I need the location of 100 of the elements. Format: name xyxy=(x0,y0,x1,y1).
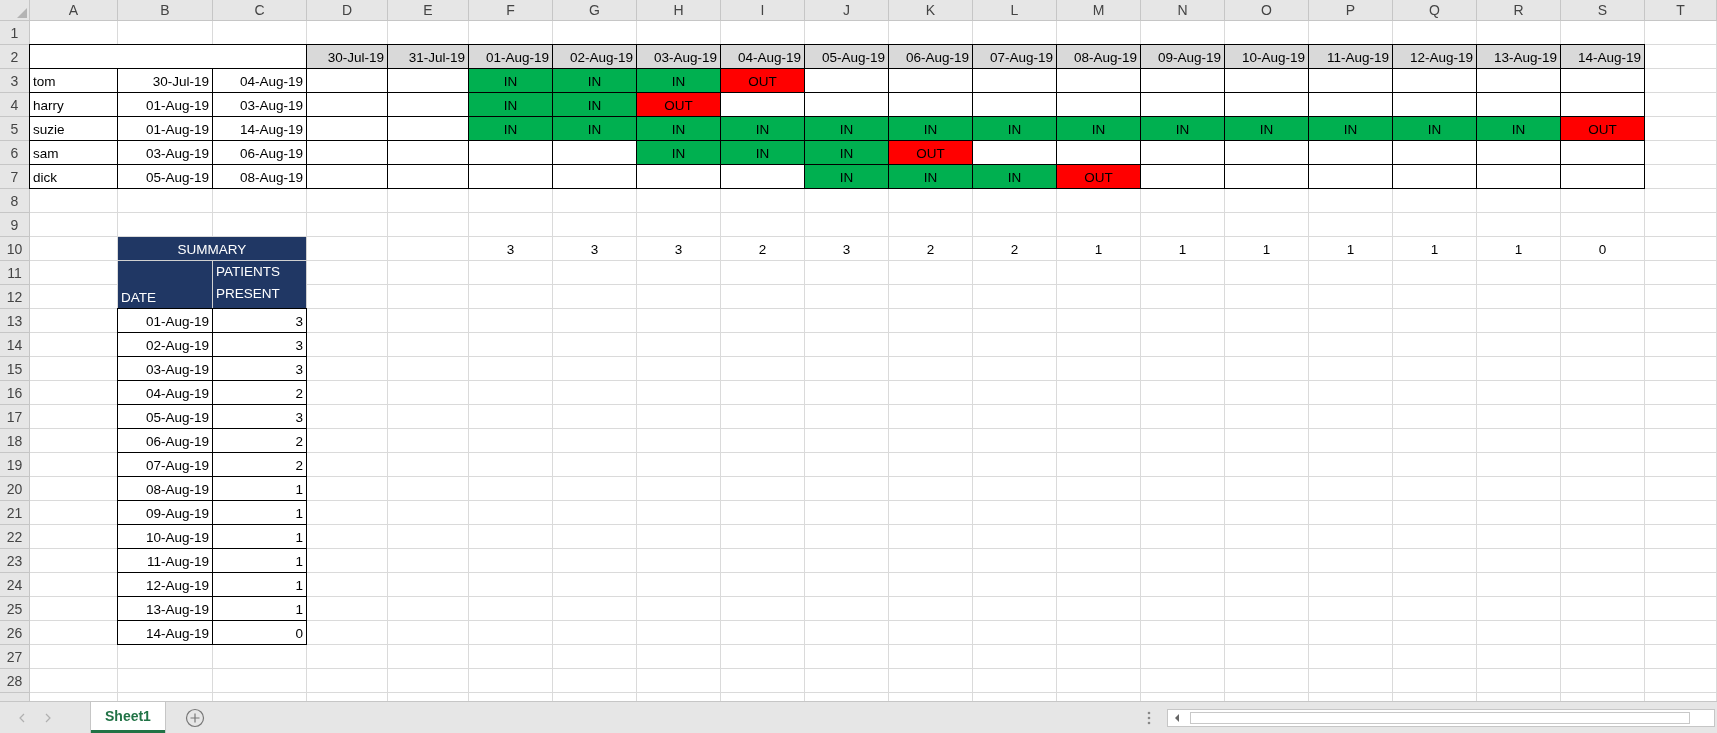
column-header[interactable]: G xyxy=(553,0,637,21)
table-cell: dick xyxy=(29,164,118,189)
status-cell: IN xyxy=(468,92,553,117)
horizontal-scrollbar[interactable] xyxy=(1167,708,1715,727)
date-header-cell: 13-Aug-19 xyxy=(1476,44,1561,69)
date-header-cell: 31-Jul-19 xyxy=(387,44,469,69)
status-cell: IN xyxy=(468,68,553,93)
row-header[interactable]: 8 xyxy=(0,189,30,213)
column-header[interactable]: F xyxy=(469,0,553,21)
row-header[interactable]: 13 xyxy=(0,309,30,333)
status-cell: IN xyxy=(1476,116,1561,141)
row-header[interactable]: 18 xyxy=(0,429,30,453)
previous-sheet-icon[interactable] xyxy=(18,712,26,723)
status-cell: IN xyxy=(552,68,637,93)
status-cell: IN xyxy=(804,116,889,141)
date-header-cell: 06-Aug-19 xyxy=(888,44,973,69)
column-header[interactable]: S xyxy=(1561,0,1645,21)
status-cell: OUT xyxy=(636,92,721,117)
row-header[interactable]: 7 xyxy=(0,165,30,189)
table-cell: 1 xyxy=(1393,237,1477,261)
column-header[interactable]: K xyxy=(889,0,973,21)
column-header[interactable]: H xyxy=(637,0,721,21)
row-header[interactable]: 9 xyxy=(0,213,30,237)
column-header[interactable]: D xyxy=(307,0,388,21)
table-cell: 14-Aug-19 xyxy=(117,620,213,645)
status-cell: IN xyxy=(720,140,805,165)
status-cell: IN xyxy=(1140,116,1225,141)
row-header[interactable]: 1 xyxy=(0,21,30,45)
date-header-cell: 12-Aug-19 xyxy=(1392,44,1477,69)
summary-title: SUMMARY xyxy=(118,237,307,261)
column-header[interactable]: T xyxy=(1645,0,1717,21)
row-header[interactable]: 2 xyxy=(0,45,30,69)
column-header[interactable]: Q xyxy=(1393,0,1477,21)
row-header[interactable]: 11 xyxy=(0,261,30,285)
date-header-cell: 01-Aug-19 xyxy=(468,44,553,69)
date-header-cell: 10-Aug-19 xyxy=(1224,44,1309,69)
table-cell: 3 xyxy=(553,237,637,261)
row-header[interactable]: 19 xyxy=(0,453,30,477)
column-heading: PATIENTS PRESENT xyxy=(213,261,307,309)
row-header[interactable]: 6 xyxy=(0,141,30,165)
table-cell: 2 xyxy=(889,237,973,261)
column-header[interactable]: J xyxy=(805,0,889,21)
column-header[interactable]: R xyxy=(1477,0,1561,21)
row-header[interactable]: 20 xyxy=(0,477,30,501)
status-cell: IN xyxy=(636,68,721,93)
table-cell: 3 xyxy=(637,237,721,261)
table-cell: 1 xyxy=(1057,237,1141,261)
scrollbar-thumb[interactable] xyxy=(1190,711,1690,724)
row-header[interactable]: 28 xyxy=(0,669,30,693)
more-options-icon[interactable] xyxy=(1147,710,1151,725)
column-header[interactable]: N xyxy=(1141,0,1225,21)
row-header[interactable]: 27 xyxy=(0,645,30,669)
row-header[interactable]: 15 xyxy=(0,357,30,381)
table-cell: 2 xyxy=(721,237,805,261)
status-cell: IN xyxy=(1392,116,1477,141)
row-header[interactable]: 16 xyxy=(0,381,30,405)
row-header[interactable]: 4 xyxy=(0,93,30,117)
sheet-tab[interactable]: Sheet1 xyxy=(91,702,165,733)
status-cell: IN xyxy=(636,116,721,141)
row-header[interactable]: 26 xyxy=(0,621,30,645)
add-sheet-icon[interactable] xyxy=(184,707,205,728)
column-header[interactable]: I xyxy=(721,0,805,21)
table-cell: 2 xyxy=(973,237,1057,261)
triangle-icon xyxy=(17,8,27,18)
column-header[interactable]: O xyxy=(1225,0,1309,21)
column-header[interactable]: B xyxy=(118,0,213,21)
date-header-cell: 04-Aug-19 xyxy=(720,44,805,69)
status-cell: OUT xyxy=(888,140,973,165)
column-header[interactable]: C xyxy=(213,0,307,21)
table-cell: 3 xyxy=(469,237,553,261)
row-header[interactable]: 21 xyxy=(0,501,30,525)
table-cell: 3 xyxy=(212,308,307,333)
status-cell: OUT xyxy=(1056,164,1141,189)
scroll-left-icon[interactable] xyxy=(1174,712,1180,723)
row-header[interactable]: 14 xyxy=(0,333,30,357)
column-header[interactable]: M xyxy=(1057,0,1141,21)
row-header[interactable]: 3 xyxy=(0,69,30,93)
row-header[interactable]: 22 xyxy=(0,525,30,549)
column-header[interactable]: P xyxy=(1309,0,1393,21)
select-all-button[interactable] xyxy=(0,0,30,21)
date-header-cell: 11-Aug-19 xyxy=(1308,44,1393,69)
status-cell: IN xyxy=(1056,116,1141,141)
next-sheet-icon[interactable] xyxy=(44,712,52,723)
date-header-cell: 30-Jul-19 xyxy=(306,44,388,69)
row-header[interactable]: 10 xyxy=(0,237,30,261)
date-header-cell: 02-Aug-19 xyxy=(552,44,637,69)
table-cell: 0 xyxy=(1561,237,1645,261)
row-header[interactable]: 17 xyxy=(0,405,30,429)
row-header[interactable]: 24 xyxy=(0,573,30,597)
row-header[interactable]: 5 xyxy=(0,117,30,141)
row-header[interactable]: 12 xyxy=(0,285,30,309)
date-header-cell: 08-Aug-19 xyxy=(1056,44,1141,69)
column-header[interactable]: A xyxy=(30,0,118,21)
column-header[interactable]: E xyxy=(388,0,469,21)
column-heading: DATE xyxy=(118,261,213,309)
column-header[interactable]: L xyxy=(973,0,1057,21)
status-cell: IN xyxy=(972,164,1057,189)
status-cell: IN xyxy=(1224,116,1309,141)
row-header[interactable]: 25 xyxy=(0,597,30,621)
row-header[interactable]: 23 xyxy=(0,549,30,573)
